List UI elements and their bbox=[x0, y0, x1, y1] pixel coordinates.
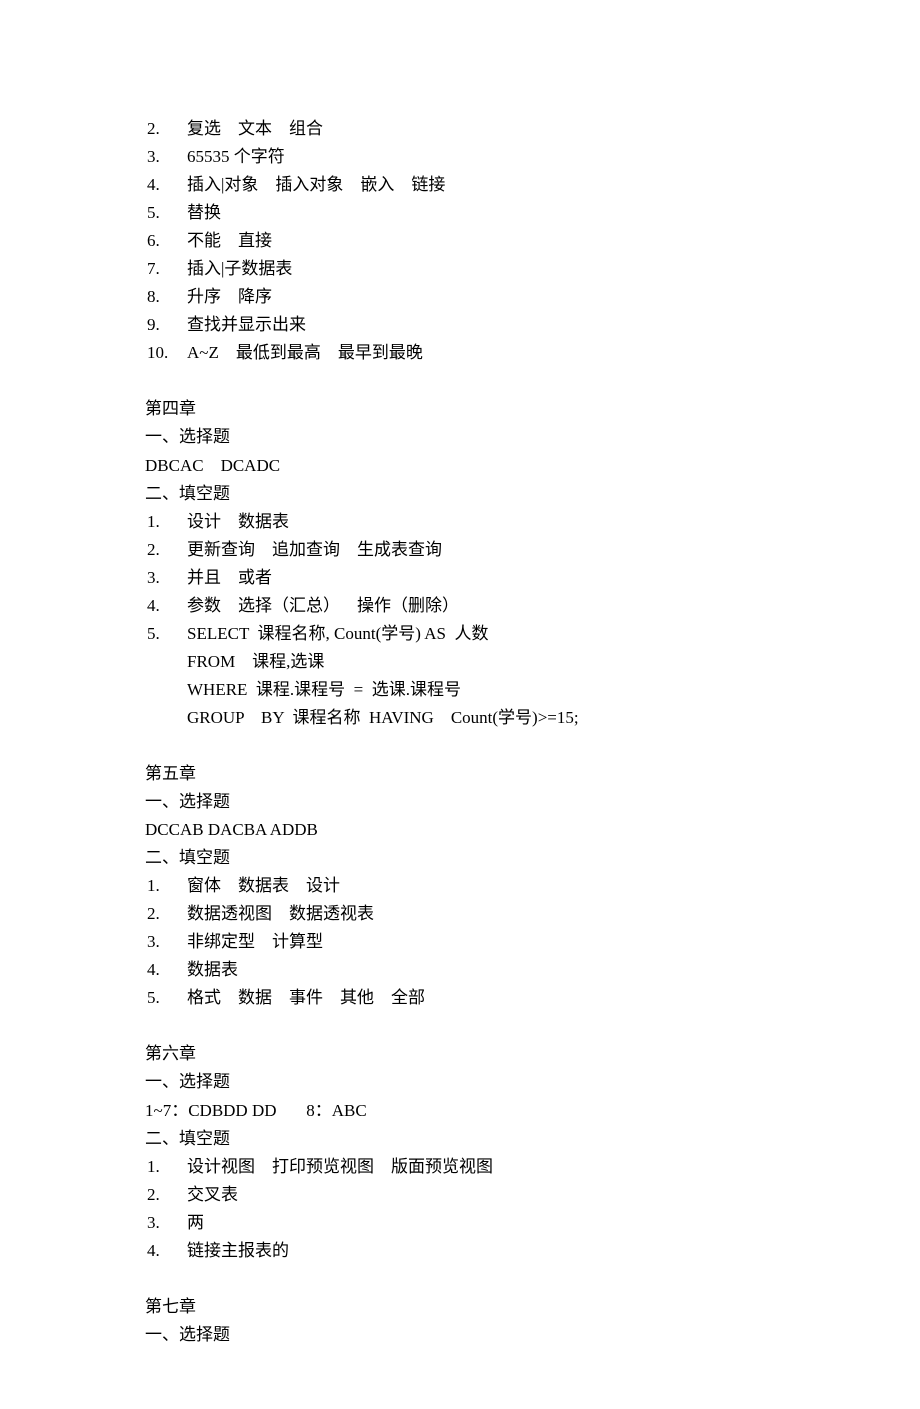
fill-item: 2.更新查询 追加查询 生成表查询 bbox=[145, 536, 775, 564]
fill-item: 5.替换 bbox=[145, 199, 775, 227]
item-number: 7. bbox=[145, 255, 187, 283]
fill-item: 1.设计视图 打印预览视图 版面预览视图 bbox=[145, 1153, 775, 1181]
fill-item: 2.复选 文本 组合 bbox=[145, 115, 775, 143]
fill-item: 3.非绑定型 计算型 bbox=[145, 928, 775, 956]
sql-line: WHERE 课程.课程号 = 选课.课程号 bbox=[145, 676, 775, 704]
item-number: 3. bbox=[145, 143, 187, 171]
item-text: SELECT 课程名称, Count(学号) AS 人数 bbox=[187, 620, 488, 648]
item-number: 3. bbox=[145, 928, 187, 956]
chapter-title: 第七章 bbox=[145, 1293, 775, 1321]
sql-line: GROUP BY 课程名称 HAVING Count(学号)>=15; bbox=[145, 704, 775, 732]
item-number: 4. bbox=[145, 956, 187, 984]
chapter7-section: 第七章 一、选择题 bbox=[145, 1293, 775, 1349]
fill-item: 3.两 bbox=[145, 1209, 775, 1237]
item-number: 5. bbox=[145, 199, 187, 227]
fill-header: 二、填空题 bbox=[145, 480, 775, 508]
item-number: 2. bbox=[145, 115, 187, 143]
item-text: 数据透视图 数据透视表 bbox=[187, 900, 374, 928]
item-number: 5. bbox=[145, 620, 187, 648]
item-number: 4. bbox=[145, 171, 187, 199]
fill-item: 1.窗体 数据表 设计 bbox=[145, 872, 775, 900]
choice-header: 一、选择题 bbox=[145, 1068, 775, 1096]
item-text: 非绑定型 计算型 bbox=[187, 928, 323, 956]
item-text: 查找并显示出来 bbox=[187, 311, 306, 339]
item-text: 设计视图 打印预览视图 版面预览视图 bbox=[187, 1153, 493, 1181]
item-text: 设计 数据表 bbox=[187, 508, 289, 536]
item-number: 10. bbox=[145, 339, 187, 367]
chapter3-fill-section: 2.复选 文本 组合 3.65535 个字符 4.插入|对象 插入对象 嵌入 链… bbox=[145, 115, 775, 367]
item-number: 4. bbox=[145, 1237, 187, 1265]
choice-answers: DCCAB DACBA ADDB bbox=[145, 816, 775, 844]
item-number: 2. bbox=[145, 536, 187, 564]
fill-header: 二、填空题 bbox=[145, 844, 775, 872]
chapter5-section: 第五章 一、选择题 DCCAB DACBA ADDB 二、填空题 1.窗体 数据… bbox=[145, 760, 775, 1012]
item-text: 插入|子数据表 bbox=[187, 255, 292, 283]
item-number: 4. bbox=[145, 592, 187, 620]
sql-line: FROM 课程,选课 bbox=[145, 648, 775, 676]
fill-item: 3.65535 个字符 bbox=[145, 143, 775, 171]
fill-item: 4.参数 选择（汇总） 操作（删除） bbox=[145, 592, 775, 620]
choice-header: 一、选择题 bbox=[145, 788, 775, 816]
item-text: 插入|对象 插入对象 嵌入 链接 bbox=[187, 171, 445, 199]
item-text: 交叉表 bbox=[187, 1181, 238, 1209]
item-text: 复选 文本 组合 bbox=[187, 115, 323, 143]
chapter4-section: 第四章 一、选择题 DBCAC DCADC 二、填空题 1.设计 数据表 2.更… bbox=[145, 395, 775, 732]
fill-item: 4.插入|对象 插入对象 嵌入 链接 bbox=[145, 171, 775, 199]
item-number: 2. bbox=[145, 900, 187, 928]
item-text: 更新查询 追加查询 生成表查询 bbox=[187, 536, 442, 564]
choice-answers: 1~7：CDBDD DD 8：ABC bbox=[145, 1097, 775, 1125]
fill-item: 5.SELECT 课程名称, Count(学号) AS 人数 bbox=[145, 620, 775, 648]
choice-answers: DBCAC DCADC bbox=[145, 452, 775, 480]
fill-item: 10.A~Z 最低到最高 最早到最晚 bbox=[145, 339, 775, 367]
item-text: 格式 数据 事件 其他 全部 bbox=[187, 984, 425, 1012]
item-number: 9. bbox=[145, 311, 187, 339]
item-text: 链接主报表的 bbox=[187, 1237, 289, 1265]
chapter-title: 第四章 bbox=[145, 395, 775, 423]
fill-item: 7.插入|子数据表 bbox=[145, 255, 775, 283]
item-number: 2. bbox=[145, 1181, 187, 1209]
chapter6-section: 第六章 一、选择题 1~7：CDBDD DD 8：ABC 二、填空题 1.设计视… bbox=[145, 1040, 775, 1264]
fill-header: 二、填空题 bbox=[145, 1125, 775, 1153]
fill-item: 5.格式 数据 事件 其他 全部 bbox=[145, 984, 775, 1012]
item-text: 参数 选择（汇总） 操作（删除） bbox=[187, 592, 459, 620]
chapter-title: 第五章 bbox=[145, 760, 775, 788]
item-text: 窗体 数据表 设计 bbox=[187, 872, 340, 900]
choice-header: 一、选择题 bbox=[145, 423, 775, 451]
fill-item: 1.设计 数据表 bbox=[145, 508, 775, 536]
item-number: 8. bbox=[145, 283, 187, 311]
item-text: A~Z 最低到最高 最早到最晚 bbox=[187, 339, 423, 367]
item-text: 65535 个字符 bbox=[187, 143, 285, 171]
fill-item: 4.链接主报表的 bbox=[145, 1237, 775, 1265]
choice-header: 一、选择题 bbox=[145, 1321, 775, 1349]
chapter-title: 第六章 bbox=[145, 1040, 775, 1068]
fill-item: 3.并且 或者 bbox=[145, 564, 775, 592]
item-number: 1. bbox=[145, 1153, 187, 1181]
item-text: 替换 bbox=[187, 199, 221, 227]
item-number: 3. bbox=[145, 1209, 187, 1237]
item-number: 5. bbox=[145, 984, 187, 1012]
item-text: 不能 直接 bbox=[187, 227, 272, 255]
item-text: 两 bbox=[187, 1209, 204, 1237]
fill-item: 6.不能 直接 bbox=[145, 227, 775, 255]
fill-item: 2.数据透视图 数据透视表 bbox=[145, 900, 775, 928]
fill-item: 2.交叉表 bbox=[145, 1181, 775, 1209]
item-number: 3. bbox=[145, 564, 187, 592]
item-text: 数据表 bbox=[187, 956, 238, 984]
item-number: 6. bbox=[145, 227, 187, 255]
item-number: 1. bbox=[145, 872, 187, 900]
fill-item: 4.数据表 bbox=[145, 956, 775, 984]
item-text: 升序 降序 bbox=[187, 283, 272, 311]
item-text: 并且 或者 bbox=[187, 564, 272, 592]
fill-item: 9.查找并显示出来 bbox=[145, 311, 775, 339]
item-number: 1. bbox=[145, 508, 187, 536]
fill-item: 8.升序 降序 bbox=[145, 283, 775, 311]
